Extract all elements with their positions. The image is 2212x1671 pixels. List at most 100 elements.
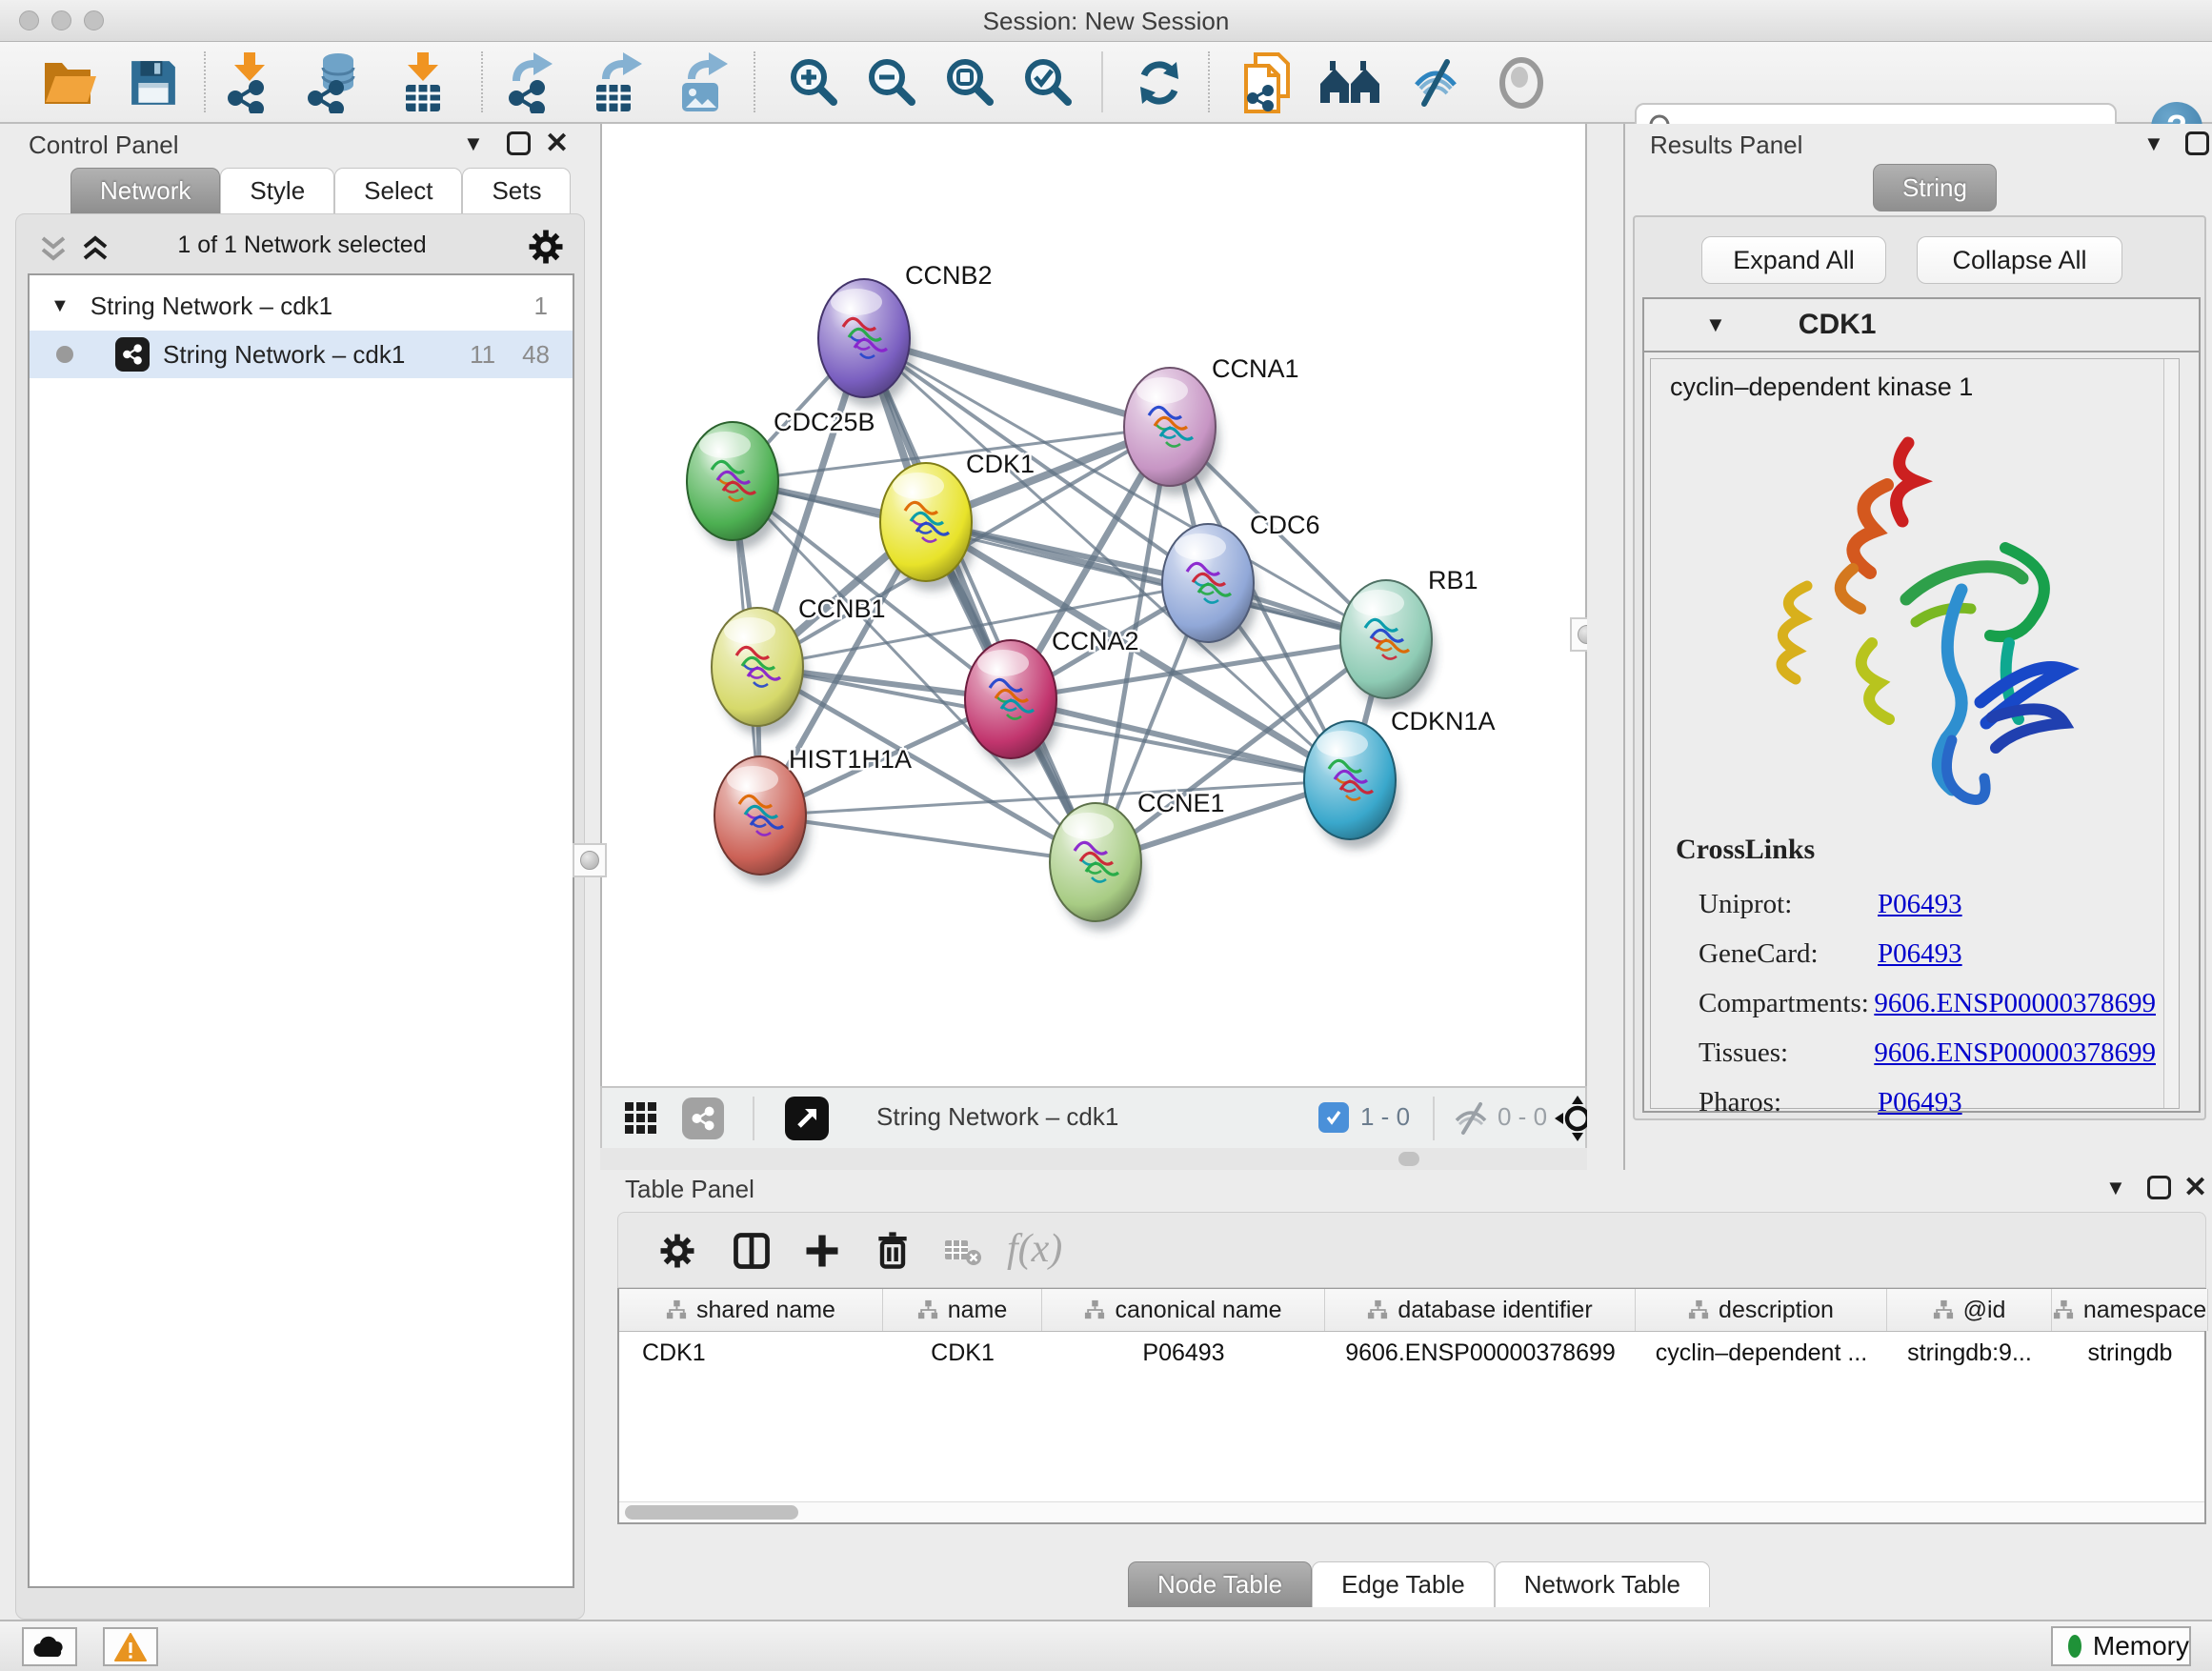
table-hscrollbar[interactable] [619, 1501, 2204, 1522]
crosslink-link[interactable]: P06493 [1878, 889, 1962, 920]
warnings-button[interactable] [103, 1627, 158, 1666]
column-header-name[interactable]: name [883, 1289, 1042, 1331]
tree-expander-icon[interactable]: ▼ [50, 295, 70, 317]
crosslink-link[interactable]: 9606.ENSP00000378699 [1874, 1037, 2156, 1069]
table-cell[interactable]: CDK1 [619, 1332, 883, 1374]
network-node-CDC6[interactable] [1162, 524, 1257, 652]
export-table-icon[interactable] [587, 51, 650, 114]
cloud-status-button[interactable] [22, 1627, 77, 1666]
tab-network-table[interactable]: Network Table [1495, 1561, 1710, 1607]
import-table-file-icon[interactable] [392, 51, 454, 114]
import-network-file-icon[interactable] [219, 51, 282, 114]
add-column-icon[interactable] [801, 1230, 843, 1272]
export-network-icon[interactable] [501, 51, 564, 114]
left-splitter-handle[interactable] [573, 843, 607, 877]
column-header-namespace[interactable]: namespace [2052, 1289, 2208, 1331]
float-panel-icon[interactable] [2185, 131, 2209, 155]
tab-style[interactable]: Style [220, 168, 334, 213]
gene-symbol: CDK1 [1799, 309, 1877, 341]
grid-view-icon[interactable] [623, 1100, 659, 1137]
hide-selected-eye-icon[interactable] [1404, 51, 1467, 114]
minimize-window-button[interactable] [51, 10, 71, 30]
network-node-CDK1[interactable] [880, 463, 975, 591]
close-panel-icon[interactable]: ✕ [2183, 1174, 2207, 1202]
crosslink-link[interactable]: P06493 [1878, 1087, 1962, 1118]
network-view-icon[interactable] [682, 1097, 724, 1139]
crosslink-link[interactable]: 9606.ENSP00000378699 [1874, 988, 2156, 1019]
panel-menu-icon[interactable]: ▼ [463, 133, 484, 154]
splitter-grip-icon[interactable] [1398, 1152, 1419, 1166]
home-icon[interactable] [1318, 51, 1381, 114]
column-header-shared-name[interactable]: shared name [619, 1289, 883, 1331]
table-cell[interactable]: 9606.ENSP00000378699 [1325, 1332, 1636, 1374]
panel-menu-icon[interactable]: ▼ [2105, 1178, 2126, 1198]
hscrollbar-thumb[interactable] [625, 1505, 798, 1520]
expand-all-button[interactable]: Expand All [1701, 236, 1886, 284]
expand-all-icon[interactable] [79, 235, 111, 264]
open-session-icon[interactable] [38, 51, 101, 114]
selected-checkbox-icon[interactable] [1318, 1102, 1349, 1133]
table-tabs: Node TableEdge TableNetwork Table [1128, 1559, 1710, 1610]
save-session-icon[interactable] [122, 51, 185, 114]
toolbar-separator [481, 51, 483, 112]
panel-menu-icon[interactable]: ▼ [2143, 133, 2164, 154]
column-header-canonical-name[interactable]: canonical name [1042, 1289, 1325, 1331]
gene-expander-icon[interactable]: ▼ [1705, 312, 1726, 337]
network-graph[interactable]: CCNB2CCNA1CDC25BCDK1CDC6RB1CCNB1CCNA2CDK… [602, 124, 1585, 1086]
horizontal-splitter[interactable] [600, 1148, 1587, 1170]
column-header--id[interactable]: @id [1887, 1289, 2052, 1331]
show-all-eye-icon[interactable] [1490, 51, 1553, 114]
table-cell[interactable]: P06493 [1042, 1332, 1325, 1374]
show-columns-icon[interactable] [731, 1230, 773, 1272]
network-row[interactable]: String Network – cdk1 11 48 [30, 331, 573, 378]
float-panel-icon[interactable] [2147, 1176, 2171, 1199]
delete-column-icon[interactable] [872, 1230, 914, 1272]
gene-card-header[interactable]: ▼ CDK1 [1644, 299, 2199, 352]
table-cell[interactable]: cyclin–dependent ... [1636, 1332, 1887, 1374]
import-network-database-icon[interactable] [303, 51, 366, 114]
results-panel-header: Results Panel ▼ ✕ [1625, 128, 2212, 162]
network-node-RB1[interactable] [1340, 580, 1436, 708]
network-node-CCNB2[interactable] [818, 279, 914, 407]
network-edge-count: 48 [522, 340, 550, 370]
zoom-window-button[interactable] [84, 10, 104, 30]
network-options-gear-icon[interactable] [527, 228, 565, 266]
zoom-out-icon[interactable] [859, 51, 922, 114]
zoom-fit-icon[interactable] [937, 51, 1000, 114]
table-cell[interactable]: CDK1 [883, 1332, 1042, 1374]
tab-network[interactable]: Network [70, 168, 220, 213]
float-panel-icon[interactable] [507, 131, 531, 155]
network-node-CCNB1[interactable] [712, 608, 807, 735]
tab-string[interactable]: String [1873, 164, 1997, 211]
zoom-in-icon[interactable] [781, 51, 844, 114]
close-window-button[interactable] [19, 10, 39, 30]
export-image-icon[interactable] [673, 51, 735, 114]
table-cell[interactable]: stringdb [2052, 1332, 2208, 1374]
network-node-CDKN1A[interactable] [1304, 721, 1399, 849]
table-row[interactable]: CDK1CDK1P064939606.ENSP00000378699cyclin… [619, 1332, 2204, 1374]
memory-button[interactable]: Memory [2051, 1626, 2191, 1666]
column-header-description[interactable]: description [1636, 1289, 1887, 1331]
network-node-CCNA2[interactable] [965, 640, 1060, 768]
gene-card: ▼ CDK1 cyclin–dependent kinase 1 [1642, 297, 2201, 1113]
tab-node-table[interactable]: Node Table [1128, 1561, 1312, 1607]
tab-sets[interactable]: Sets [462, 168, 571, 213]
tab-edge-table[interactable]: Edge Table [1312, 1561, 1495, 1607]
results-scrollbar[interactable] [2163, 359, 2179, 1108]
zoom-selected-icon[interactable] [1016, 51, 1078, 114]
refresh-icon[interactable] [1128, 51, 1191, 114]
table-options-gear-icon[interactable] [658, 1232, 696, 1270]
crosslink-link[interactable]: P06493 [1878, 938, 1962, 970]
detach-view-icon[interactable] [785, 1097, 829, 1140]
collapse-all-icon[interactable] [37, 235, 70, 264]
collapse-all-button[interactable]: Collapse All [1917, 236, 2122, 284]
network-collection-row[interactable]: ▼ String Network – cdk1 1 [30, 283, 573, 329]
network-node-HIST1H1A[interactable] [714, 756, 810, 884]
tab-select[interactable]: Select [334, 168, 462, 213]
close-panel-icon[interactable]: ✕ [545, 130, 569, 158]
network-canvas[interactable]: CCNB2CCNA1CDC25BCDK1CDC6RB1CCNB1CCNA2CDK… [600, 124, 1587, 1086]
network-node-CCNE1[interactable] [1050, 803, 1145, 931]
annotation-share-icon[interactable] [1236, 51, 1298, 114]
table-cell[interactable]: stringdb:9... [1887, 1332, 2052, 1374]
column-header-database-identifier[interactable]: database identifier [1325, 1289, 1636, 1331]
